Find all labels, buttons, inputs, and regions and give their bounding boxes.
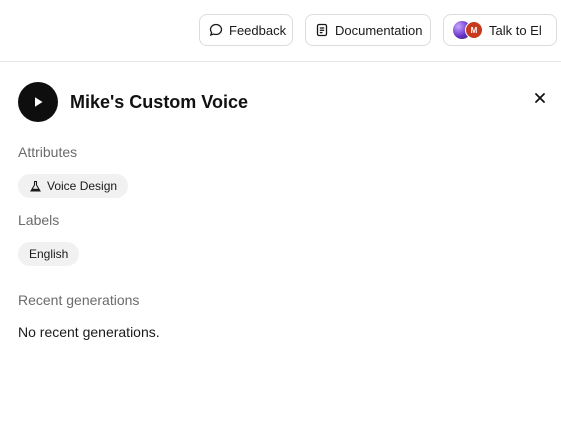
play-button[interactable] <box>18 82 58 122</box>
attributes-heading: Attributes <box>18 144 78 160</box>
feedback-label: Feedback <box>229 22 287 38</box>
feedback-button[interactable]: Feedback <box>199 14 293 46</box>
close-button[interactable] <box>532 90 548 106</box>
recent-generations-heading: Recent generations <box>18 292 140 308</box>
talk-to-el-label: Talk to El <box>489 22 542 38</box>
agent-avatars: M <box>453 21 483 39</box>
labels-heading: Labels <box>18 212 60 228</box>
chat-bubble-icon <box>209 23 223 37</box>
play-icon <box>35 97 43 107</box>
label-chip-english: English <box>18 242 80 266</box>
flask-icon <box>30 180 41 192</box>
user-avatar: M <box>465 21 483 39</box>
empty-state-text: No recent generations. <box>18 324 160 340</box>
voice-name: Mike's Custom Voice <box>70 91 248 112</box>
document-icon <box>315 23 329 37</box>
documentation-button[interactable]: Documentation <box>305 14 431 46</box>
close-icon <box>535 93 545 103</box>
attribute-chip-label: Voice Design <box>47 179 118 193</box>
label-chip-label: English <box>29 247 69 261</box>
top-bar: Feedback Documentation M Talk to El <box>0 0 561 62</box>
attribute-chip-voice-design: Voice Design <box>18 174 129 198</box>
documentation-label: Documentation <box>335 22 423 38</box>
talk-to-el-button[interactable]: M Talk to El <box>443 14 557 46</box>
voice-header: Mike's Custom Voice <box>18 82 248 122</box>
